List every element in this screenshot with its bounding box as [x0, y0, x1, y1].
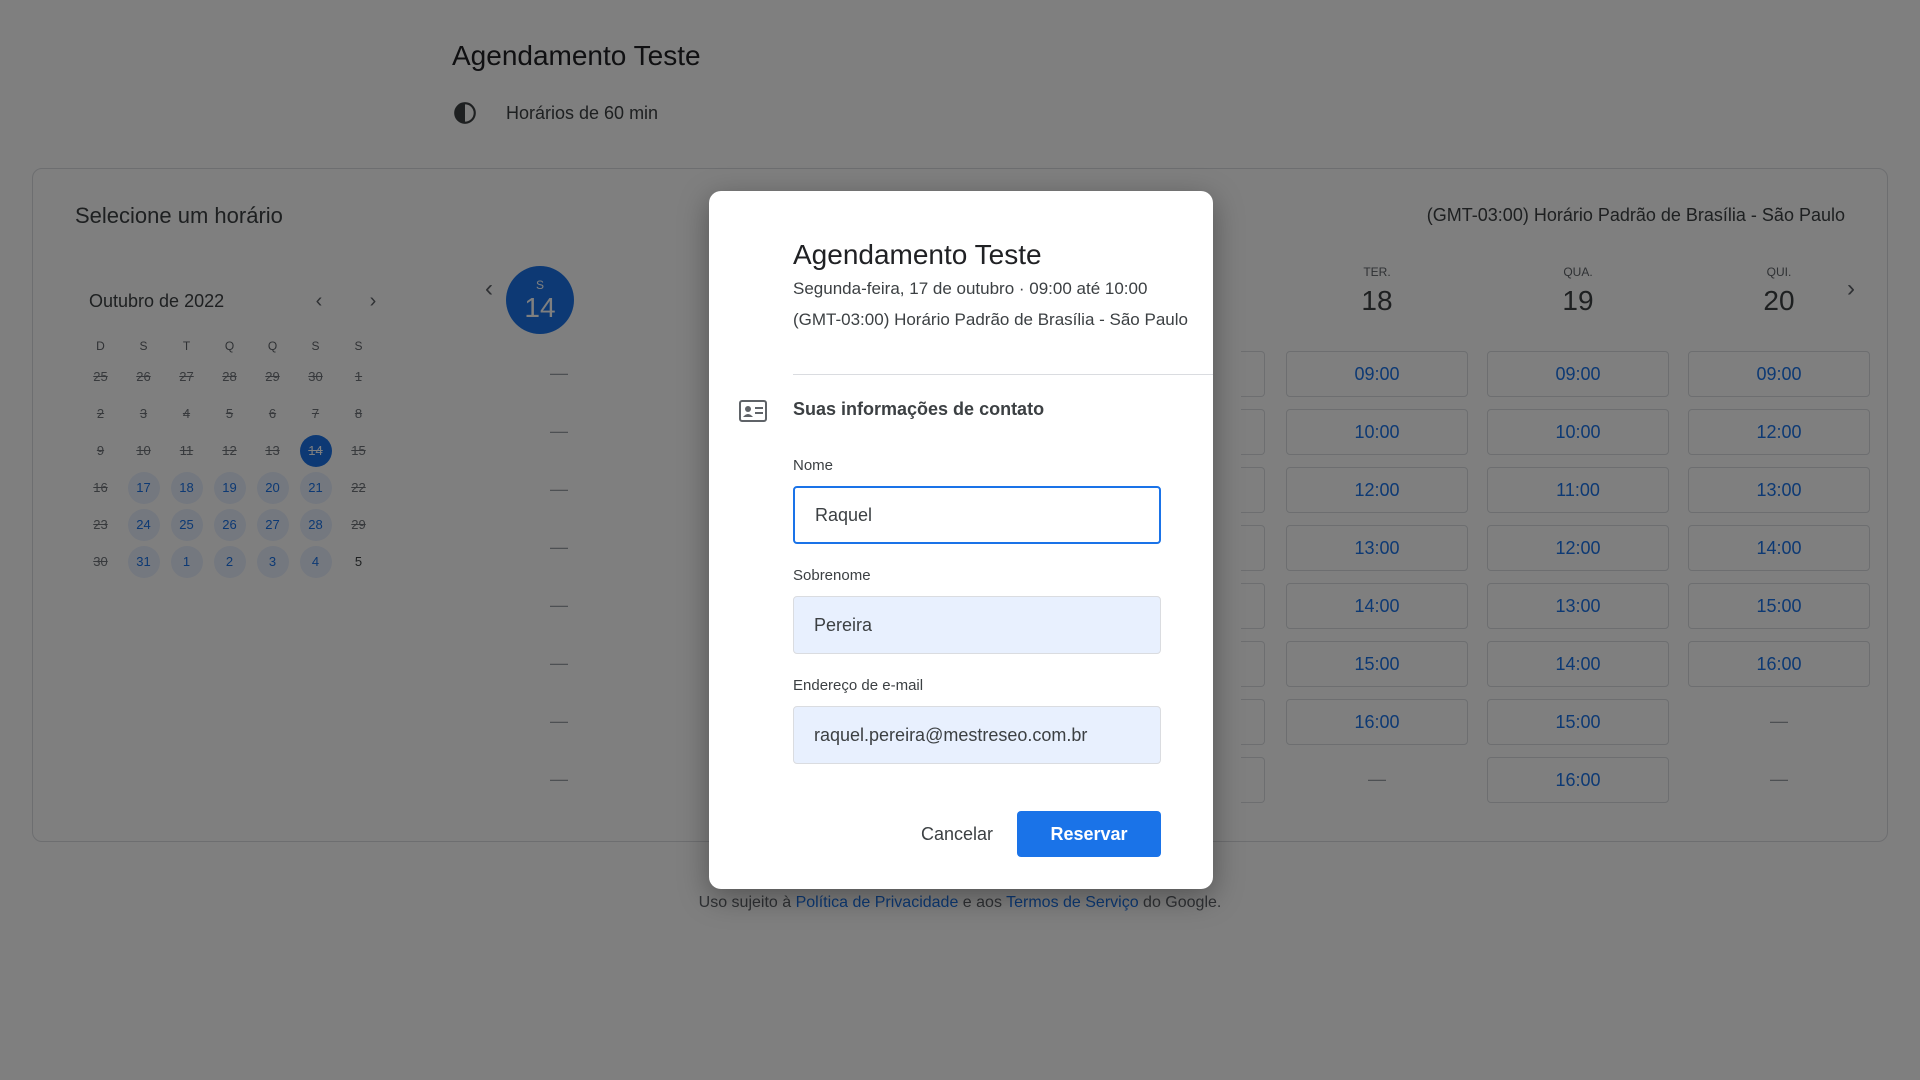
- email-input[interactable]: [793, 706, 1161, 764]
- first-name-input[interactable]: [793, 486, 1161, 544]
- email-label: Endereço de e-mail: [793, 677, 924, 694]
- booking-dialog: Agendamento Teste Segunda-feira, 17 de o…: [709, 191, 1213, 889]
- last-name-input[interactable]: [793, 596, 1161, 654]
- contact-section-title: Suas informações de contato: [793, 399, 1045, 419]
- divider: [793, 374, 1213, 375]
- first-name-label: Nome: [793, 457, 834, 474]
- contact-card-icon: [739, 400, 767, 422]
- cancel-button[interactable]: Cancelar: [887, 811, 1027, 857]
- dialog-title: Agendamento Teste: [793, 239, 1042, 270]
- last-name-label: Sobrenome: [793, 567, 871, 584]
- reserve-button[interactable]: Reservar: [1017, 811, 1161, 857]
- dialog-timezone: (GMT-03:00) Horário Padrão de Brasília -…: [793, 310, 1188, 329]
- dialog-datetime: Segunda-feira, 17 de outubro · 09:00 até…: [793, 279, 1148, 298]
